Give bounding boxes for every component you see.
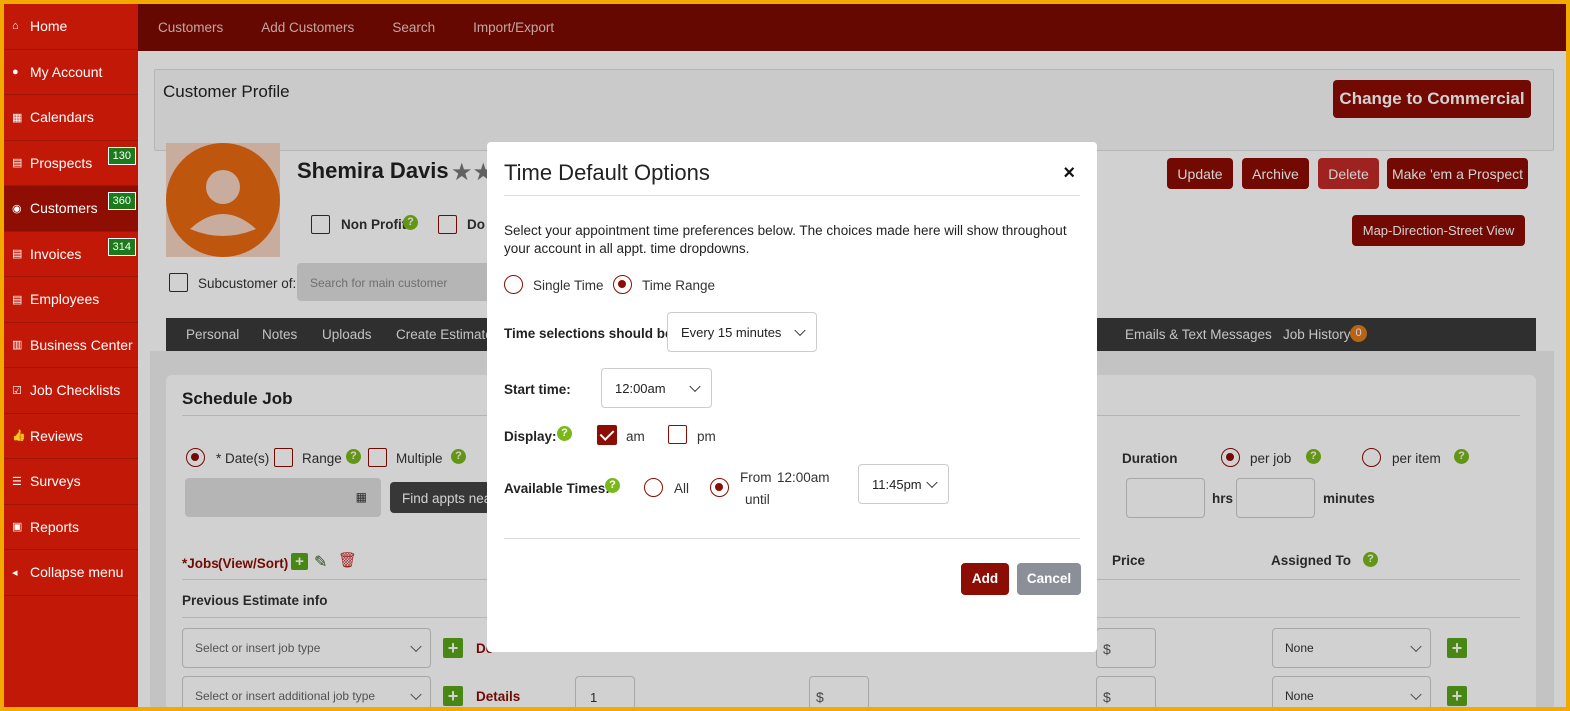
am-checkbox[interactable] (597, 425, 617, 445)
from-radio[interactable] (710, 478, 729, 497)
close-icon[interactable]: × (1063, 162, 1075, 185)
all-radio[interactable] (644, 478, 663, 497)
sidebar-item-label: Reports (30, 518, 80, 535)
time-interval-value: Every 15 minutes (681, 324, 782, 340)
sidebar-item-reports[interactable]: ▣ Reports (4, 505, 138, 550)
document-icon: ▤ (12, 293, 23, 306)
am-label: am (626, 429, 645, 444)
sidebar-item-label: Job Checklists (30, 382, 121, 399)
thumbs-up-icon: 👍 (12, 430, 26, 443)
chevron-left-circle-icon: ◂ (12, 566, 18, 579)
from-time-value: 12:00am (777, 470, 830, 485)
available-help-icon[interactable]: ? (605, 477, 620, 494)
time-range-label: Time Range (642, 278, 716, 293)
sidebar-item-calendars[interactable]: ▦ Calendars (4, 95, 138, 141)
sidebar-item-collapse-menu[interactable]: ◂ Collapse menu (4, 550, 138, 596)
app-frame: ⌂ Home ● My Account ▦ Calendars ▤ Prospects 130 ◉… (4, 4, 1566, 707)
count-badge: 360 (107, 192, 136, 210)
building-icon: ▥ (12, 339, 23, 352)
sidebar-item-reviews[interactable]: 👍 Reviews (4, 414, 138, 459)
display-label: Display: (504, 429, 557, 444)
add-button[interactable]: Add (961, 563, 1009, 595)
document-icon: ▤ (12, 157, 23, 170)
list-icon: ☰ (12, 475, 22, 488)
start-time-value: 12:00am (615, 380, 666, 396)
sidebar-item-label: Employees (30, 291, 100, 308)
cancel-button[interactable]: Cancel (1017, 563, 1081, 595)
sidebar-item-business-center[interactable]: ▥ Business Center (4, 323, 138, 368)
sidebar-item-label: Collapse menu (30, 564, 124, 581)
sidebar-item-label: Prospects (30, 154, 93, 171)
home-icon: ⌂ (12, 20, 19, 33)
sidebar-item-label: Customers (30, 200, 98, 217)
pm-checkbox[interactable] (668, 425, 687, 444)
from-label: From (740, 470, 772, 485)
pm-label: pm (697, 429, 716, 444)
sidebar-item-job-checklists[interactable]: ☑ Job Checklists (4, 368, 138, 414)
until-time-value: 11:45pm (872, 476, 922, 492)
sidebar-item-label: Business Center (30, 336, 133, 353)
time-selections-label: Time selections should be (504, 326, 673, 341)
divider (504, 538, 1080, 539)
until-label: until (745, 492, 770, 507)
users-icon: ◉ (12, 202, 22, 215)
time-default-options-modal: Time Default Options × Select your appoi… (487, 142, 1097, 652)
modal-description: Select your appointment time preferences… (504, 223, 1067, 256)
sidebar-item-customers[interactable]: ◉ Customers 360 (4, 186, 138, 232)
start-time-label: Start time: (504, 382, 571, 397)
document-icon: ▤ (12, 248, 23, 261)
time-interval-select[interactable]: Every 15 minutes (667, 312, 817, 352)
calendar-icon: ▦ (12, 111, 23, 124)
single-time-label: Single Time (533, 278, 604, 293)
sidebar-item-label: Surveys (30, 473, 81, 490)
sidebar-item-my-account[interactable]: ● My Account (4, 50, 138, 95)
start-time-select[interactable]: 12:00am (601, 368, 712, 408)
sidebar-item-employees[interactable]: ▤ Employees (4, 277, 138, 323)
count-badge: 314 (107, 237, 136, 256)
modal-title: Time Default Options (504, 160, 710, 185)
sidebar-item-label: Home (30, 18, 68, 35)
available-times-label: Available Times: (504, 481, 610, 496)
sidebar-item-label: My Account (30, 63, 103, 80)
divider (504, 195, 1080, 196)
single-time-radio[interactable] (504, 275, 523, 294)
sidebar-item-home[interactable]: ⌂ Home (4, 4, 138, 50)
sidebar-item-surveys[interactable]: ☰ Surveys (4, 459, 138, 505)
display-help-icon[interactable]: ? (557, 425, 572, 442)
sidebar-item-prospects[interactable]: ▤ Prospects 130 (4, 141, 138, 186)
count-badge: 130 (107, 146, 136, 165)
sidebar-item-invoices[interactable]: ▤ Invoices 314 (4, 232, 138, 277)
checkbox-icon: ☑ (12, 384, 22, 397)
sidebar-item-label: Invoices (30, 245, 82, 262)
sidebar-item-label: Calendars (30, 109, 94, 126)
user-circle-icon: ● (12, 65, 19, 78)
time-range-radio[interactable] (613, 275, 632, 294)
sidebar-item-label: Reviews (30, 427, 83, 444)
all-label: All (674, 481, 690, 496)
report-icon: ▣ (12, 521, 23, 534)
sidebar: ⌂ Home ● My Account ▦ Calendars ▤ Prospects 130 ◉… (4, 4, 138, 707)
until-time-select[interactable]: 11:45pm (858, 464, 949, 504)
